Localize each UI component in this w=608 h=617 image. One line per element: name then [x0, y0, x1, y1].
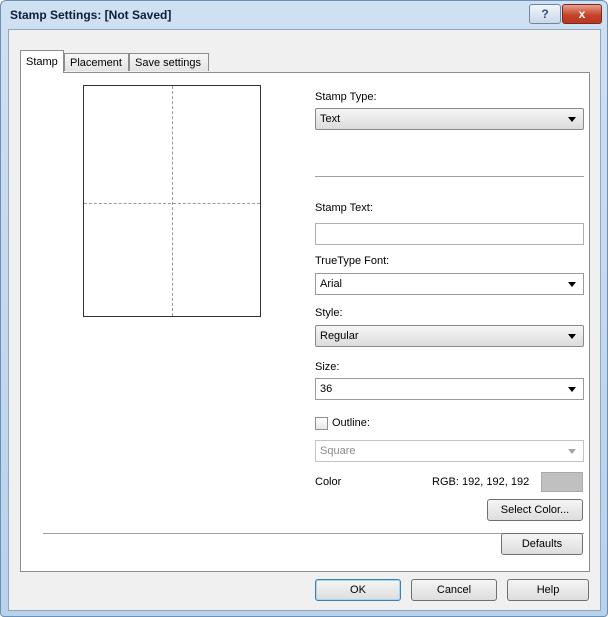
chevron-down-icon: [568, 449, 576, 454]
truetype-font-label: TrueType Font:: [315, 255, 390, 267]
cancel-button[interactable]: Cancel: [411, 579, 497, 601]
size-label: Size:: [315, 361, 340, 373]
stamp-type-value: Text: [320, 113, 341, 125]
chevron-down-icon: [568, 282, 576, 287]
close-icon-button[interactable]: x: [562, 4, 602, 24]
outline-style-select[interactable]: Square: [315, 440, 584, 462]
stamp-text-input[interactable]: [315, 223, 584, 245]
style-value: Regular: [320, 330, 359, 342]
outline-label: Outline:: [332, 417, 370, 429]
outline-style-value: Square: [320, 445, 356, 457]
stamp-type-select[interactable]: Text: [315, 108, 584, 130]
window-title: Stamp Settings: [Not Saved]: [10, 8, 172, 22]
ok-button[interactable]: OK: [315, 579, 401, 601]
separator-top: [315, 176, 584, 178]
chevron-down-icon: [568, 334, 576, 339]
style-select[interactable]: Regular: [315, 325, 584, 347]
defaults-button[interactable]: Defaults: [501, 533, 583, 555]
style-label: Style:: [315, 307, 343, 319]
help-button[interactable]: Help: [507, 579, 589, 601]
title-bar: Stamp Settings: [Not Saved] ? x: [1, 1, 607, 29]
size-value: 36: [320, 383, 333, 395]
color-label: Color: [315, 476, 342, 488]
tab-stamp[interactable]: Stamp: [20, 50, 64, 73]
stamp-tab-panel: Stamp Type: Text Stamp Text: TrueType Fo…: [20, 72, 590, 572]
chevron-down-icon: [568, 117, 576, 122]
outline-checkbox[interactable]: [315, 417, 328, 430]
tab-save-settings[interactable]: Save settings: [129, 53, 209, 71]
color-swatch: [541, 472, 583, 492]
stamp-settings-dialog: Stamp Settings: [Not Saved] ? x Stamp Pl…: [0, 0, 608, 617]
chevron-down-icon: [568, 387, 576, 392]
font-select[interactable]: Arial: [315, 273, 584, 295]
tab-placement[interactable]: Placement: [64, 53, 129, 71]
help-icon-button[interactable]: ?: [529, 4, 561, 24]
select-color-button[interactable]: Select Color...: [487, 499, 583, 521]
preview-vertical-guide: [172, 86, 173, 316]
preview-horizontal-guide: [84, 203, 260, 204]
dialog-body: Stamp Placement Save settings Stamp Type…: [8, 29, 601, 611]
stamp-type-label: Stamp Type:: [315, 91, 377, 103]
font-value: Arial: [320, 278, 343, 290]
stamp-text-label: Stamp Text:: [315, 202, 373, 214]
size-select[interactable]: 36: [315, 378, 584, 400]
color-rgb-value: RGB: 192, 192, 192: [432, 476, 530, 488]
stamp-preview: [83, 85, 261, 317]
